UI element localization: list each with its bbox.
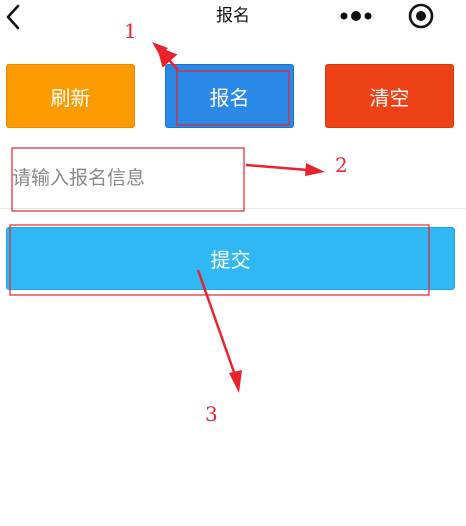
signup-button[interactable]: 报名	[165, 64, 294, 128]
annotation-arrow-3-head	[229, 370, 242, 393]
page-title: 报名	[216, 6, 250, 26]
more-dots-icon	[340, 11, 372, 21]
refresh-button-label: 刷新	[50, 85, 91, 110]
chevron-left-icon	[6, 4, 20, 30]
back-button[interactable]	[2, 2, 28, 32]
clear-button[interactable]: 清空	[325, 64, 454, 128]
annotation-arrow-1-head	[152, 42, 168, 56]
signup-info-input[interactable]	[12, 160, 412, 196]
signup-button-label: 报名	[209, 85, 250, 110]
refresh-button[interactable]: 刷新	[6, 64, 135, 128]
more-button[interactable]	[336, 6, 380, 26]
submit-button-label: 提交	[210, 248, 251, 272]
submit-button[interactable]: 提交	[6, 227, 455, 290]
input-row	[0, 148, 466, 209]
annotation-number-3: 3	[205, 402, 218, 426]
navigation-bar: 报名	[0, 0, 466, 34]
capsule-close-icon	[408, 3, 434, 29]
capsule-close-button[interactable]	[406, 1, 436, 31]
clear-button-label: 清空	[369, 85, 410, 110]
